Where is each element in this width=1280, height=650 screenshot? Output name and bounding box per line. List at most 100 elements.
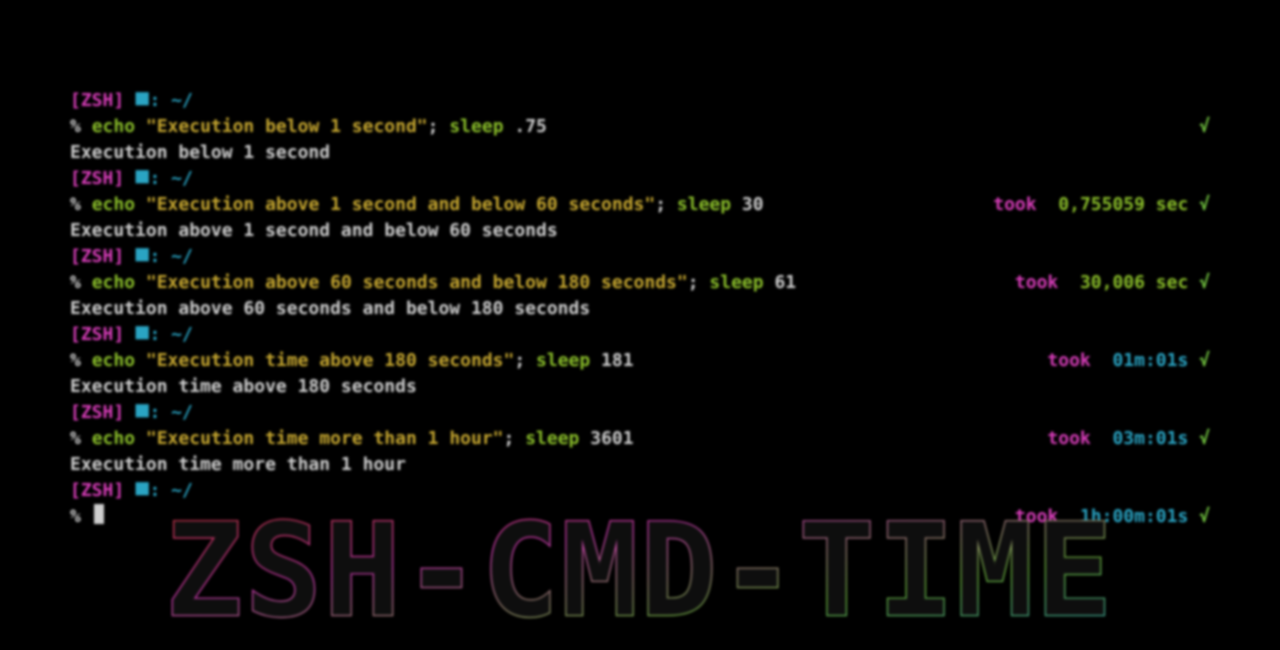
check-icon: √ [1199, 506, 1210, 527]
prompt-line: [ZSH] ⯀: ~/ [70, 400, 1210, 426]
command-right: took 01m:01s √ [1047, 348, 1210, 374]
cmd-semi: ; [514, 350, 536, 371]
command-right: took 1h:00m:01s √ [1015, 504, 1210, 530]
cmd-echo: echo [92, 428, 135, 449]
cmd-arg: "Execution time above 180 seconds" [135, 350, 514, 371]
command-left: % echo "Execution above 1 second and bel… [70, 192, 764, 218]
prompt-symbol: % [70, 428, 92, 449]
cmd-echo: echo [92, 272, 135, 293]
took-label: took [1015, 272, 1080, 293]
folder-icon: ⯀: [124, 324, 171, 345]
check-icon: √ [1199, 428, 1210, 449]
folder-icon: ⯀: [124, 246, 171, 267]
cmd-echo: echo [92, 350, 135, 371]
check-icon: √ [1199, 350, 1210, 371]
prompt-symbol: % [70, 272, 92, 293]
output-line: Execution time above 180 seconds [70, 374, 1210, 400]
took-label: took [1047, 428, 1112, 449]
cmd-sleep: sleep [677, 194, 731, 215]
command-left: % echo "Execution time more than 1 hour"… [70, 426, 634, 452]
prompt-line: [ZSH] ⯀: ~/ [70, 244, 1210, 270]
prompt-shell: ZSH [81, 90, 114, 111]
prompt-shell: ZSH [81, 168, 114, 189]
prompt-path: ~/ [171, 168, 193, 189]
prompt-line: [ZSH] ⯀: ~/ [70, 166, 1210, 192]
took-time: 30,006 sec [1080, 272, 1199, 293]
cmd-arg: "Execution below 1 second" [135, 116, 428, 137]
prompt-bracket-close: ] [113, 90, 124, 111]
prompt-bracket-open: [ [70, 90, 81, 111]
prompt-bracket-close: ] [113, 480, 124, 501]
folder-icon: ⯀: [124, 480, 171, 501]
prompt-symbol: % [70, 506, 92, 527]
prompt-path: ~/ [171, 480, 193, 501]
prompt-symbol: % [70, 116, 92, 137]
terminal-output: [ZSH] ⯀: ~/% echo "Execution below 1 sec… [70, 88, 1210, 530]
folder-icon: ⯀: [124, 402, 171, 423]
cmd-semi: ; [428, 116, 450, 137]
cmd-arg: "Execution above 1 second and below 60 s… [135, 194, 655, 215]
took-time: 03m:01s [1112, 428, 1199, 449]
took-time: 0,755059 sec [1058, 194, 1199, 215]
cmd-sleep: sleep [709, 272, 763, 293]
cmd-echo: echo [92, 116, 135, 137]
folder-icon: ⯀: [124, 90, 171, 111]
prompt-bracket-close: ] [113, 402, 124, 423]
prompt-shell: ZSH [81, 324, 114, 345]
prompt-bracket-open: [ [70, 402, 81, 423]
prompt-path: ~/ [171, 402, 193, 423]
took-label: took [993, 194, 1058, 215]
cmd-semi: ; [688, 272, 710, 293]
prompt-shell: ZSH [81, 402, 114, 423]
prompt-path: ~/ [171, 324, 193, 345]
prompt-line: [ZSH] ⯀: ~/ [70, 88, 1210, 114]
took-time: 1h:00m:01s [1080, 506, 1199, 527]
command-left: % echo "Execution above 60 seconds and b… [70, 270, 796, 296]
command-right: √ [1199, 114, 1210, 140]
folder-icon: ⯀: [124, 168, 171, 189]
command-line: % echo "Execution above 60 seconds and b… [70, 270, 1210, 296]
prompt-bracket-close: ] [113, 324, 124, 345]
prompt-bracket-open: [ [70, 480, 81, 501]
took-label: took [1015, 506, 1080, 527]
command-left: % echo "Execution below 1 second"; sleep… [70, 114, 547, 140]
command-right: took 0,755059 sec √ [993, 192, 1210, 218]
command-line: % echo "Execution below 1 second"; sleep… [70, 114, 1210, 140]
prompt-shell: ZSH [81, 246, 114, 267]
prompt-bracket-open: [ [70, 324, 81, 345]
command-line-final: % took 1h:00m:01s √ [70, 504, 1210, 530]
prompt-path: ~/ [171, 90, 193, 111]
cmd-sleep: sleep [536, 350, 590, 371]
cmd-dur: 61 [764, 272, 797, 293]
took-label: took [1047, 350, 1112, 371]
cmd-sleep: sleep [525, 428, 579, 449]
cmd-dur: 30 [731, 194, 764, 215]
cmd-sleep: sleep [449, 116, 503, 137]
cursor-icon [94, 504, 104, 524]
prompt-bracket-close: ] [113, 168, 124, 189]
cmd-dur: .75 [504, 116, 547, 137]
check-icon: √ [1199, 116, 1210, 137]
cmd-arg: "Execution time more than 1 hour" [135, 428, 503, 449]
command-right: took 03m:01s √ [1047, 426, 1210, 452]
prompt-symbol: % [70, 350, 92, 371]
output-line: Execution above 1 second and below 60 se… [70, 218, 1210, 244]
prompt-line: [ZSH] ⯀: ~/ [70, 478, 1210, 504]
cmd-dur: 3601 [579, 428, 633, 449]
prompt-line: [ZSH] ⯀: ~/ [70, 322, 1210, 348]
prompt-bracket-open: [ [70, 168, 81, 189]
command-line: % echo "Execution above 1 second and bel… [70, 192, 1210, 218]
cmd-semi: ; [655, 194, 677, 215]
cmd-dur: 181 [590, 350, 633, 371]
command-right: took 30,006 sec √ [1015, 270, 1210, 296]
took-time: 01m:01s [1112, 350, 1199, 371]
prompt-shell: ZSH [81, 480, 114, 501]
prompt-path: ~/ [171, 246, 193, 267]
prompt-bracket-close: ] [113, 246, 124, 267]
cmd-echo: echo [92, 194, 135, 215]
cmd-semi: ; [504, 428, 526, 449]
command-line: % echo "Execution time above 180 seconds… [70, 348, 1210, 374]
prompt-symbol: % [70, 194, 92, 215]
command-left: % echo "Execution time above 180 seconds… [70, 348, 634, 374]
command-left[interactable]: % [70, 504, 104, 530]
